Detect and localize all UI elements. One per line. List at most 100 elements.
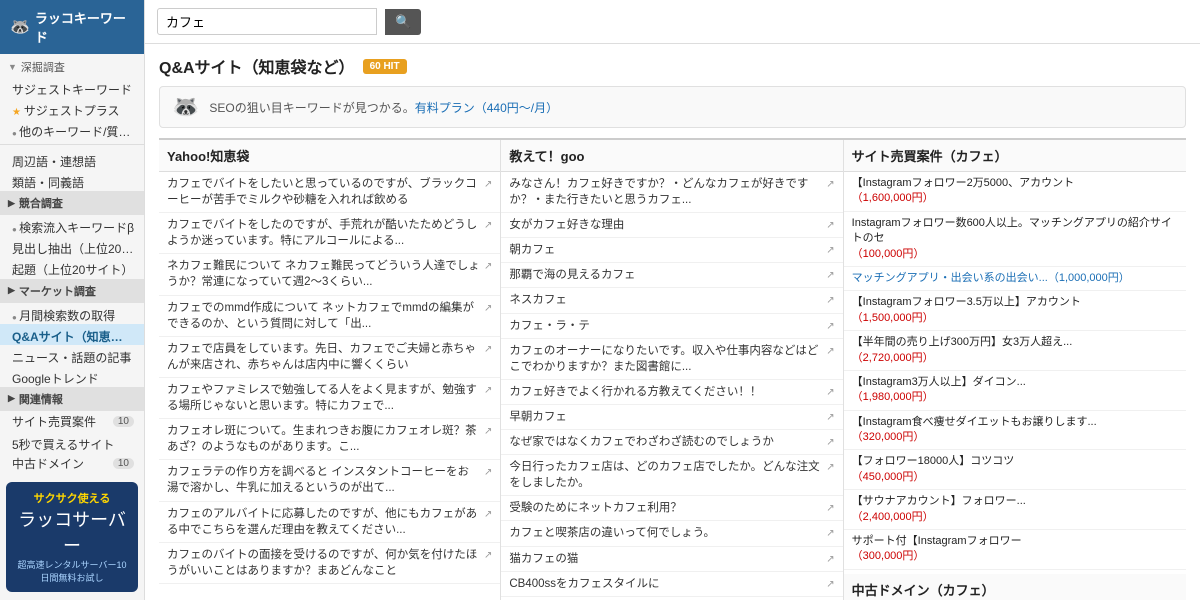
- section-title-market: ▶ マーケット調査: [0, 279, 144, 303]
- sale-link[interactable]: マッチングアプリ・出会い系の出会い...（1,000,000円）: [852, 272, 1130, 284]
- list-item[interactable]: みなさん！カフェ好きですか？・どんなカフェが好きですか？・また行きたいと思うカフ…: [501, 172, 842, 213]
- sidebar-item-site-sale[interactable]: サイト売買案件 10: [0, 411, 144, 432]
- sale-title: 【Instagramフォロワー3.5万以上】アカウント: [852, 296, 1081, 308]
- list-item[interactable]: カフェで店員をしています。先日、カフェでご夫婦と赤ちゃんが来店され、赤ちゃんは店…: [159, 337, 500, 378]
- sidebar: 🦝 ラッコキーワード ▼ 深掘調査 サジェストキーワード サジェストプラス 他の…: [0, 0, 145, 600]
- sidebar-item-google-trends[interactable]: Googleトレンド: [0, 366, 144, 387]
- sidebar-banner[interactable]: サクサク使える ラッコサーバー 超高速レンタルサーバー10日間無料お試し: [6, 482, 138, 592]
- logo-icon: 🦝: [10, 17, 30, 37]
- sale-price: （1,500,000円）: [852, 312, 934, 324]
- ad-banner[interactable]: 🦝 SEOの狙い目キーワードが見つかる。有料プラン（440円〜/月）: [159, 86, 1186, 128]
- list-item[interactable]: カフェでバイトをしたいと思っているのですが、ブラックコーヒーが苦手でミルクや砂糖…: [159, 172, 500, 213]
- sale-price: （100,000円）: [852, 248, 925, 260]
- external-link-icon: ↗: [826, 244, 834, 258]
- ad-icon: 🦝: [172, 94, 199, 120]
- sale-item: マッチングアプリ・出会い系の出会い...（1,000,000円）: [844, 267, 1186, 291]
- list-item[interactable]: カフェオレ斑について。生まれつきお腹にカフェオレ斑？茶あざ？のようなものがありま…: [159, 419, 500, 460]
- sale-title: 【Instagramフォロワー2万5000、アカウント: [852, 177, 1075, 189]
- divider-1: [0, 144, 144, 145]
- list-item[interactable]: カフェと喫茶店の違いって何でしょう。↗: [501, 521, 842, 546]
- list-item[interactable]: なぜ家ではなくカフェでわざわざ読むのでしょうか↗: [501, 430, 842, 455]
- ad-link[interactable]: 有料プラン（440円〜/月）: [415, 101, 558, 115]
- sale-title: Instagramフォロワー数600人以上。マッチングアプリの紹介サイトのセ: [852, 217, 1172, 244]
- external-link-icon: ↗: [826, 294, 834, 308]
- list-item[interactable]: カフェやファミレスで勉強してる人をよく見ますが、勉強する場所じゃないと思います。…: [159, 378, 500, 419]
- sidebar-item-domain[interactable]: 中古ドメイン 10: [0, 453, 144, 474]
- sidebar-item-suggest-plus[interactable]: サジェストプラス: [0, 98, 144, 119]
- list-item[interactable]: カフェ好きでよく行かれる方教えてください！！↗: [501, 380, 842, 405]
- page-title-row: Q&Aサイト（知恵袋など） 60 HIT: [159, 54, 1186, 78]
- sale-price: （1,600,000円）: [852, 192, 934, 204]
- list-item[interactable]: 受験のためにネットカフェ利用？↗: [501, 496, 842, 521]
- list-item[interactable]: カフェのアルバイトに応募したのですが、他にもカフェがある中でこちらを選んだ理由を…: [159, 502, 500, 543]
- banner-main-label: ラッコサーバー: [14, 506, 130, 558]
- list-item[interactable]: 女がカフェ好きな理由↗: [501, 213, 842, 238]
- sale-item: 【フォロワー18000人】コツコツ （450,000円）: [844, 450, 1186, 490]
- list-item[interactable]: ネスカフェ↗: [501, 288, 842, 313]
- site-sale-badge: 10: [113, 416, 134, 427]
- sidebar-item-other-keyword[interactable]: 他のキーワード/質問β: [0, 119, 144, 140]
- list-item[interactable]: カフェでバイトをしたのですが、手荒れが酷いたためどうしようか迷っています。特にア…: [159, 213, 500, 254]
- external-link-icon: ↗: [484, 466, 492, 480]
- external-link-icon: ↗: [484, 384, 492, 398]
- tri-icon: ▼: [8, 62, 17, 72]
- banner-title: サクサク使える: [14, 490, 130, 506]
- list-item[interactable]: 朝カフェ↗: [501, 238, 842, 263]
- sidebar-item-5sec[interactable]: 5秒で買えるサイト: [0, 432, 144, 453]
- list-item[interactable]: CB400ssをカフェスタイルに↗: [501, 572, 842, 597]
- external-link-icon: ↗: [484, 549, 492, 563]
- sidebar-item-related[interactable]: 周辺語・連想語: [0, 149, 144, 170]
- sidebar-item-qa[interactable]: Q&Aサイト（知恵袋など）: [0, 324, 144, 345]
- col-goo: 教えて！goo みなさん！カフェ好きですか？・どんなカフェが好きですか？・また行…: [501, 140, 843, 600]
- col-yahoo: Yahoo!知恵袋 カフェでバイトをしたいと思っているのですが、ブラックコーヒー…: [159, 140, 501, 600]
- list-item[interactable]: 早朝カフェ↗: [501, 405, 842, 430]
- sale-title: 【Instagram3万人以上】ダイコン...: [852, 376, 1026, 388]
- search-button[interactable]: 🔍: [385, 9, 421, 35]
- page-title: Q&Aサイト（知恵袋など）: [159, 54, 355, 78]
- sidebar-item-topics[interactable]: 起題（上位20サイト）: [0, 257, 144, 278]
- list-item[interactable]: カフェ・ラ・テ↗: [501, 314, 842, 339]
- search-input[interactable]: [157, 8, 377, 35]
- sidebar-item-synonym[interactable]: 類語・同義語: [0, 170, 144, 191]
- logo-area[interactable]: 🦝 ラッコキーワード: [0, 0, 144, 54]
- sidebar-item-news[interactable]: ニュース・話題の記事: [0, 345, 144, 366]
- external-link-icon: ↗: [484, 343, 492, 357]
- list-item[interactable]: カフェでのmmd作成について ネットカフェでmmdの編集ができるのか、という質問…: [159, 296, 500, 337]
- external-link-icon: ↗: [826, 411, 834, 425]
- list-item[interactable]: 今日行ったカフェ店は、どのカフェ店でしたか。どんな注文をしましたか。↗: [501, 455, 842, 496]
- sale-item: Instagramフォロワー数600人以上。マッチングアプリの紹介サイトのセ （1…: [844, 212, 1186, 267]
- sale-item: 【Instagram3万人以上】ダイコン...（1,980,000円）: [844, 371, 1186, 411]
- sale-price: （320,000円）: [852, 431, 925, 443]
- header: 🔍: [145, 0, 1200, 44]
- sale-price: （2,720,000円）: [852, 352, 934, 364]
- section-title-related-info: ▶ 関連情報: [0, 387, 144, 411]
- col3-items: 【Instagramフォロワー2万5000、アカウント （1,600,000円） I…: [844, 172, 1186, 570]
- external-link-icon: ↗: [484, 425, 492, 439]
- sale-price: （450,000円）: [852, 471, 925, 483]
- list-item[interactable]: 猫カフェの猫↗: [501, 547, 842, 572]
- col3-header: サイト売買案件（カフェ）: [844, 140, 1186, 172]
- external-link-icon: ↗: [826, 436, 834, 450]
- list-item[interactable]: カフェのオーナーになりたいです。収入や仕事内容などはどこでわかりますか？また図書…: [501, 339, 842, 380]
- col3-domain-title: 中古ドメイン（カフェ）: [844, 574, 1186, 600]
- tri-icon-3: ▶: [8, 285, 15, 296]
- list-item[interactable]: ネカフェ難民について ネカフェ難民ってどういう人達でしょうか？常連になっていて週…: [159, 254, 500, 295]
- sidebar-item-headings[interactable]: 見出し抽出（上位20サイト）: [0, 236, 144, 257]
- list-item[interactable]: カフェのバイトの面接を受けるのですが、何か気を付けたほうがいいことはありますか？…: [159, 543, 500, 584]
- section-header-deep: ▼ 深掘調査: [0, 54, 144, 77]
- col1-items: カフェでバイトをしたいと思っているのですが、ブラックコーヒーが苦手でミルクや砂糖…: [159, 172, 500, 584]
- sidebar-item-search-flow[interactable]: 検索流入キーワードβ: [0, 215, 144, 236]
- tri-icon-2: ▶: [8, 198, 15, 209]
- list-item[interactable]: カフェラテの作り方を調べると インスタントコーヒーをお湯で溶かし、牛乳に加えると…: [159, 460, 500, 501]
- sidebar-item-suggest[interactable]: サジェストキーワード: [0, 77, 144, 98]
- banner-sub: 超高速レンタルサーバー10日間無料お試し: [14, 558, 130, 584]
- sale-title: 【フォロワー18000人】コツコツ: [852, 455, 1015, 467]
- sidebar-item-monthly[interactable]: 月間検索数の取得: [0, 303, 144, 324]
- list-item[interactable]: 那覇で海の見えるカフェ↗: [501, 263, 842, 288]
- col2-header: 教えて！goo: [501, 140, 842, 172]
- col1-header: Yahoo!知恵袋: [159, 140, 500, 172]
- external-link-icon: ↗: [484, 302, 492, 316]
- external-link-icon: ↗: [826, 320, 834, 334]
- sale-title: 【Instagram食べ痩せダイエットもお譲りします...: [852, 416, 1097, 428]
- logo-text: ラッコキーワード: [35, 8, 134, 46]
